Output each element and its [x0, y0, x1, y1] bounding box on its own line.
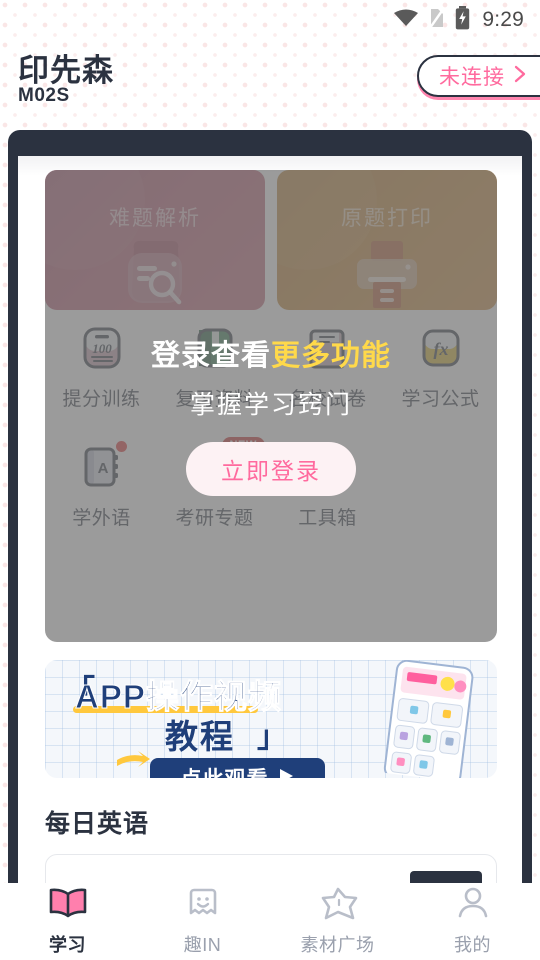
banner-line-2: 教程: [165, 718, 235, 755]
app-header: 印先森 M02S 未连接: [0, 42, 540, 114]
login-overlay-subtitle: 掌握学习窍门: [189, 391, 352, 419]
ghost-face-icon: [182, 886, 224, 925]
device-connect-button[interactable]: 未连接: [417, 55, 540, 97]
star-icon: [317, 886, 359, 925]
open-book-icon: [47, 886, 89, 925]
device-screen: 难题解析 原题打印: [18, 156, 522, 900]
bottom-navigation-bar: 学习 趣IN 素材广场 我的: [0, 883, 540, 960]
wifi-icon: [393, 8, 419, 33]
brand-title: 印先森: [18, 53, 114, 88]
video-tutorial-banner[interactable]: 「 APP操作视频 教程 」 点此观看: [45, 660, 497, 778]
login-prompt-overlay: 登录查看更多功能 掌握学习窍门 立即登录: [45, 170, 497, 642]
nav-item-material-square[interactable]: 素材广场: [270, 886, 405, 957]
device-model-label: M02S: [18, 85, 70, 106]
chevron-right-icon: [513, 64, 527, 89]
login-title-highlight: 更多功能: [271, 340, 392, 372]
no-sim-icon: [428, 6, 446, 34]
banner-bracket-right: 」: [257, 721, 287, 754]
phone-mockup-icon: [362, 660, 497, 778]
nav-item-fun[interactable]: 趣IN: [135, 886, 270, 957]
person-icon: [452, 886, 494, 925]
nav-item-mine[interactable]: 我的: [405, 886, 540, 957]
scrollable-content[interactable]: 难题解析 原题打印: [18, 156, 522, 900]
nav-label: 学习: [49, 935, 86, 955]
nav-label: 趣IN: [183, 935, 222, 955]
login-overlay-title: 登录查看更多功能: [45, 332, 497, 374]
daily-english-title: 每日英语: [45, 810, 150, 838]
nav-label: 我的: [454, 935, 491, 955]
login-title-plain: 登录查看: [150, 340, 271, 372]
nav-item-study[interactable]: 学习: [0, 886, 135, 957]
status-bar-time: 9:29: [482, 8, 524, 31]
status-bar: 9:29: [0, 0, 540, 40]
login-button-label: 立即登录: [221, 458, 321, 484]
battery-charging-icon: [455, 5, 470, 35]
connect-status-label: 未连接: [439, 66, 505, 89]
nav-label: 素材广场: [300, 935, 375, 955]
banner-cta-label: 点此观看: [181, 763, 269, 778]
login-now-button[interactable]: 立即登录: [186, 442, 356, 496]
banner-arrow-icon: [115, 746, 155, 775]
play-triangle-icon: [277, 767, 295, 778]
banner-cta-button[interactable]: 点此观看: [150, 758, 325, 778]
